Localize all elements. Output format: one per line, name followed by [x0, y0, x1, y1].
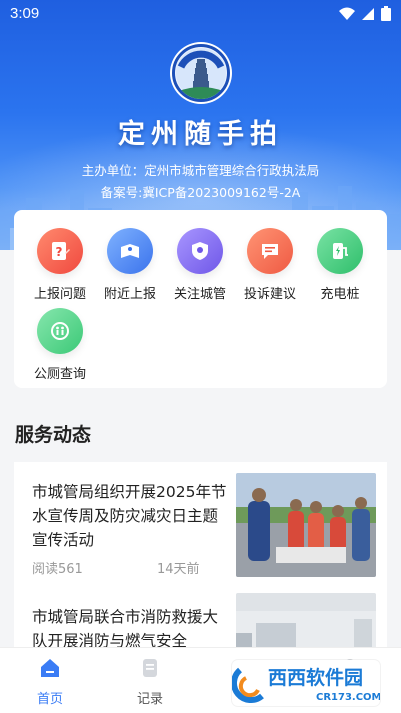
service-follow-urban[interactable]: 关注城管	[165, 228, 235, 302]
message-icon	[262, 244, 278, 259]
sponsor-text: 主办单位：定州市城市管理综合行政执法局	[81, 163, 320, 178]
tab-label: 首页	[36, 692, 63, 707]
status-bar: 3:09	[0, 0, 401, 28]
wifi-icon	[339, 7, 355, 20]
watermark-brand: 西西软件园	[268, 666, 363, 689]
toilet-icon	[51, 322, 69, 340]
news-read-count: 阅读561	[32, 562, 83, 577]
service-toilet-search[interactable]: 公厕查询	[25, 308, 95, 382]
service-report-issue[interactable]: ? 上报问题	[25, 228, 95, 302]
service-complaints[interactable]: 投诉建议	[235, 228, 305, 302]
signal-icon	[362, 7, 374, 20]
record-icon	[143, 659, 157, 677]
service-grid: ? 上报问题 附近上报 关注城管 投诉建议 充电桩 公厕查询	[14, 210, 387, 388]
shield-icon	[192, 242, 208, 260]
tab-home[interactable]: 首页	[20, 656, 80, 707]
watermark-domain: CR173.COM	[316, 692, 380, 703]
service-charging-pile[interactable]: 充电桩	[305, 228, 375, 302]
section-title-service-news: 服务动态	[15, 424, 92, 446]
battery-icon	[381, 6, 391, 21]
news-thumbnail	[236, 473, 376, 577]
service-label: 充电桩	[320, 287, 360, 302]
service-label: 公厕查询	[33, 367, 86, 382]
home-icon	[41, 659, 59, 677]
report-icon: ?	[52, 242, 70, 260]
tab-records[interactable]: 记录	[120, 656, 180, 707]
service-label: 附近上报	[103, 287, 156, 302]
news-title: 市城管局组织开展2025年节水宣传周及防灾减灾日主题宣传活动	[32, 483, 227, 549]
status-time: 3:09	[10, 5, 40, 22]
icp-record-text: 备案号:冀ICP备2023009162号-2A	[100, 185, 301, 200]
app-title: 定州随手拍	[118, 119, 283, 150]
app-logo	[172, 44, 230, 102]
charging-icon	[333, 243, 348, 259]
service-label: 上报问题	[33, 287, 86, 302]
svg-text:?: ?	[56, 245, 63, 259]
site-watermark: 西西软件园 CR173.COM	[231, 660, 382, 706]
news-title: 市城管局联合市消防救援大队开展消防与燃气安全	[32, 608, 219, 650]
news-time-ago: 14天前	[157, 562, 200, 577]
nearby-icon	[121, 244, 139, 258]
news-item[interactable]: 市城管局组织开展2025年节水宣传周及防灾减灾日主题宣传活动 阅读561 14天…	[14, 462, 387, 587]
service-label: 关注城管	[173, 287, 226, 302]
service-label: 投诉建议	[243, 287, 296, 302]
service-nearby-reports[interactable]: 附近上报	[95, 228, 165, 302]
tab-label: 记录	[136, 692, 163, 707]
